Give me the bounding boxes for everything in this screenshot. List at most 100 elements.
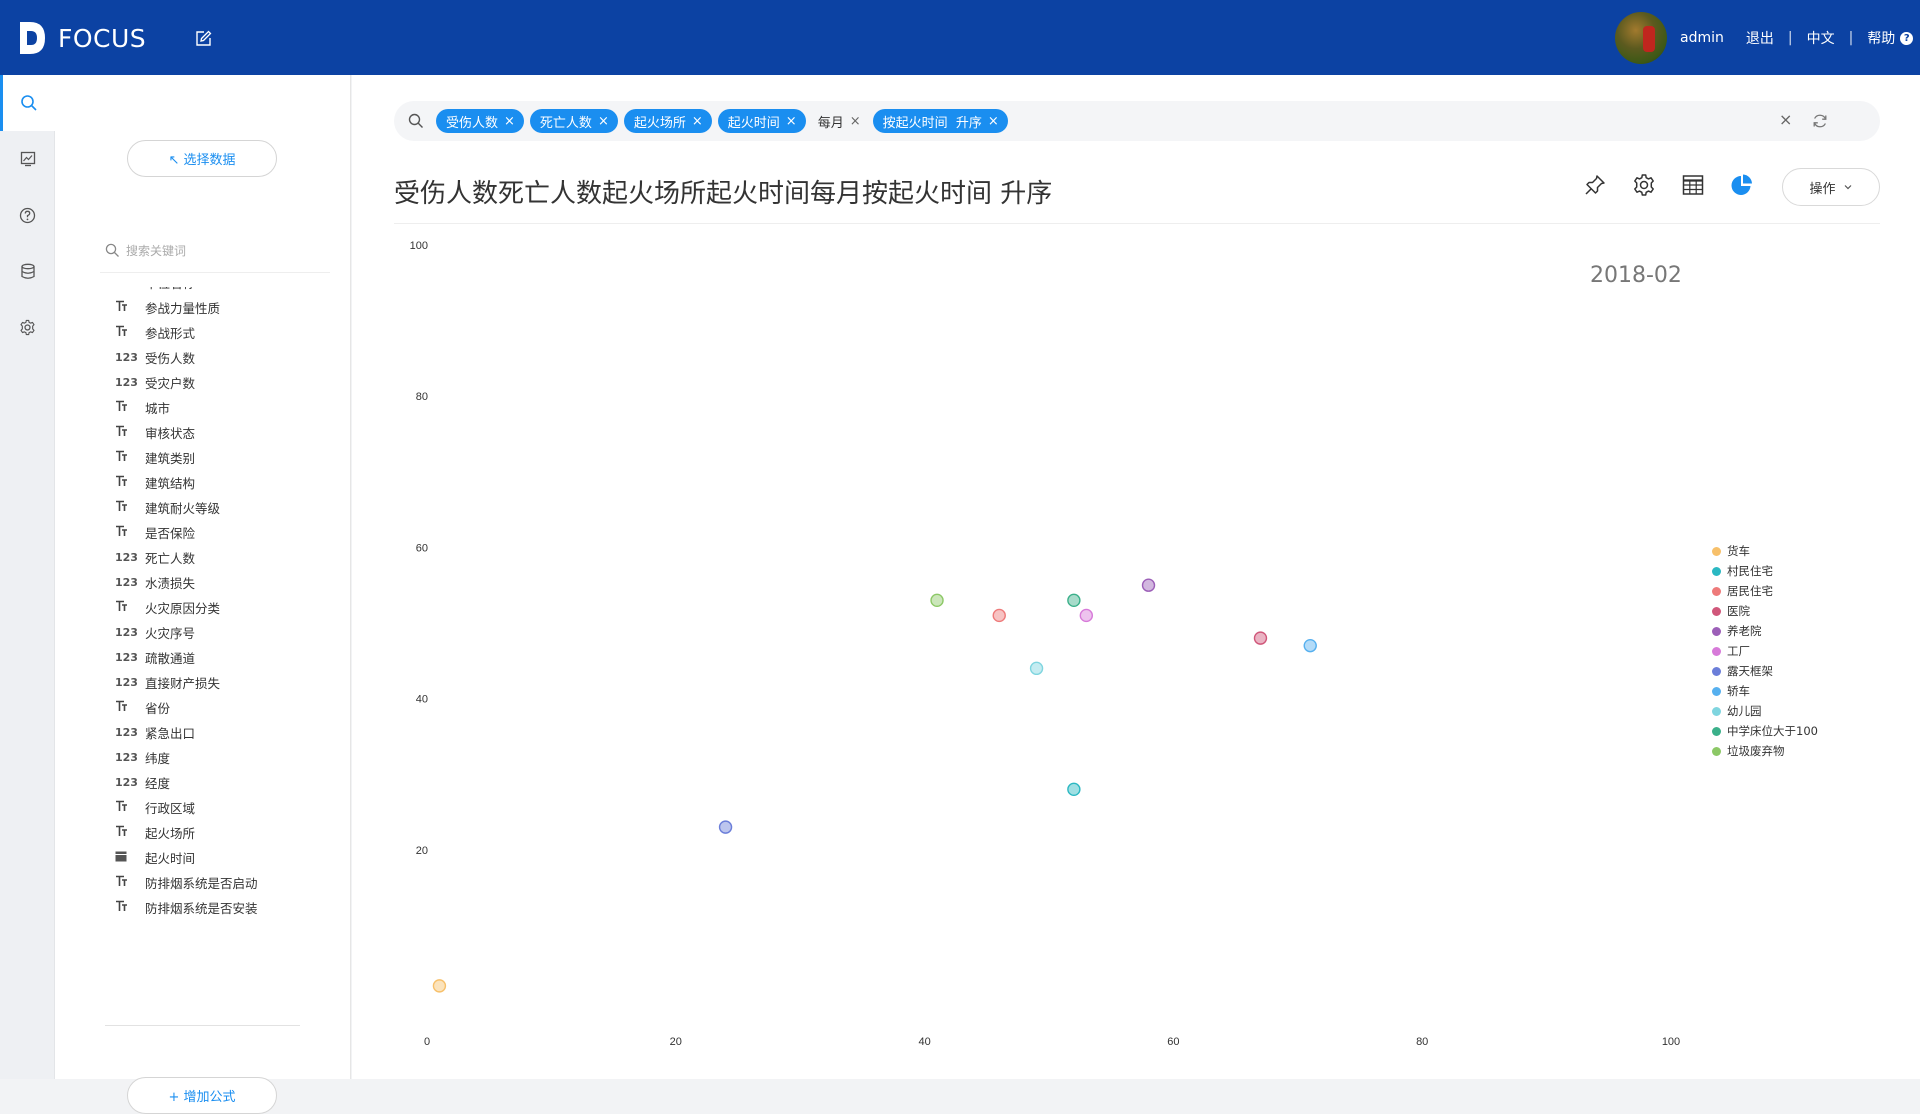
field-item[interactable]: 起火场所 bbox=[115, 820, 345, 845]
field-item[interactable]: 起火时间 bbox=[115, 845, 345, 870]
search-tag[interactable]: 起火时间 × bbox=[717, 109, 806, 133]
username[interactable]: admin bbox=[1680, 30, 1724, 46]
rail-help[interactable] bbox=[0, 187, 55, 243]
logout-link[interactable]: 退出 bbox=[1746, 28, 1774, 48]
field-item[interactable]: 123 经度 bbox=[115, 770, 345, 795]
field-item[interactable]: 123 死亡人数 bbox=[115, 545, 345, 570]
legend-dot bbox=[1712, 746, 1721, 756]
remove-tag-icon[interactable]: × bbox=[786, 114, 797, 129]
field-item[interactable]: 123 紧急出口 bbox=[115, 720, 345, 745]
field-item[interactable]: 城市 bbox=[115, 395, 345, 420]
scatter-point[interactable] bbox=[930, 593, 944, 608]
legend-item[interactable]: 居民住宅 bbox=[1712, 581, 1818, 601]
remove-tag-icon[interactable]: × bbox=[988, 114, 999, 129]
field-item[interactable]: 行政区域 bbox=[115, 795, 345, 820]
scatter-point[interactable] bbox=[1141, 578, 1156, 592]
keyword-search[interactable]: 搜索关键词 bbox=[105, 235, 320, 265]
remove-tag-icon[interactable]: × bbox=[598, 114, 609, 129]
edit-icon[interactable] bbox=[195, 30, 212, 47]
text-type-icon bbox=[115, 800, 145, 815]
clear-search-icon[interactable]: × bbox=[1779, 110, 1792, 129]
field-item[interactable]: 123 纬度 bbox=[115, 745, 345, 770]
legend-item[interactable]: 露天框架 bbox=[1712, 661, 1818, 681]
scatter-point[interactable] bbox=[1067, 782, 1081, 797]
field-item[interactable]: 建筑耐火等级 bbox=[115, 495, 345, 520]
legend-item[interactable]: 养老院 bbox=[1712, 621, 1818, 641]
remove-tag-icon[interactable]: × bbox=[692, 114, 703, 129]
remove-tag-icon[interactable]: × bbox=[850, 114, 861, 129]
language-link[interactable]: 中文 bbox=[1807, 28, 1835, 48]
field-item[interactable]: 参战形式 bbox=[115, 320, 345, 345]
field-item[interactable]: 建筑结构 bbox=[115, 470, 345, 495]
field-item[interactable]: 单位名称 bbox=[115, 287, 345, 295]
refresh-icon[interactable] bbox=[1812, 113, 1828, 129]
gear-icon bbox=[20, 319, 35, 335]
y-tick-label: 40 bbox=[416, 694, 428, 706]
search-tag[interactable]: 起火场所 × bbox=[623, 109, 712, 133]
legend-label: 村民住宅 bbox=[1727, 564, 1773, 578]
field-name: 受伤人数 bbox=[145, 351, 196, 366]
focus-logo[interactable]: FOCUS bbox=[18, 20, 146, 56]
legend-item[interactable]: 幼儿园 bbox=[1712, 701, 1818, 721]
scatter-point[interactable] bbox=[1303, 638, 1317, 653]
user-avatar[interactable] bbox=[1615, 12, 1667, 64]
field-item[interactable]: 123 受灾户数 bbox=[115, 370, 345, 395]
field-item[interactable]: 防排烟系统是否安装 bbox=[115, 895, 345, 920]
field-item[interactable]: 123 疏散通道 bbox=[115, 645, 345, 670]
field-name: 疏散通道 bbox=[145, 651, 196, 666]
header-separator: | bbox=[1787, 30, 1793, 46]
search-tag[interactable]: 每月 × bbox=[812, 109, 867, 133]
remove-tag-icon[interactable]: × bbox=[504, 114, 515, 129]
number-type-icon: 123 bbox=[115, 351, 138, 364]
field-item[interactable]: 是否保险 bbox=[115, 520, 345, 545]
text-type-icon bbox=[115, 600, 145, 615]
search-tag[interactable]: 死亡人数 × bbox=[529, 109, 618, 133]
field-item[interactable]: 123 火灾序号 bbox=[115, 620, 345, 645]
scatter-point[interactable] bbox=[1253, 631, 1268, 645]
field-item[interactable]: 参战力量性质 bbox=[115, 295, 345, 320]
field-item[interactable]: 火灾原因分类 bbox=[115, 595, 345, 620]
search-tag[interactable]: 受伤人数 × bbox=[436, 109, 524, 133]
field-item[interactable]: 建筑类别 bbox=[115, 445, 345, 470]
add-formula-button[interactable]: + 增加公式 bbox=[127, 1077, 277, 1114]
rail-search[interactable] bbox=[0, 75, 55, 131]
period-label: 2018-02 bbox=[1590, 263, 1682, 288]
chart-type-button[interactable] bbox=[1717, 173, 1766, 197]
scatter-point[interactable] bbox=[1079, 608, 1094, 623]
search-tag[interactable]: 按起火时间 升序 × bbox=[872, 109, 1008, 133]
legend-item[interactable]: 垃圾废弃物 bbox=[1712, 741, 1818, 761]
legend-item[interactable]: 工厂 bbox=[1712, 641, 1818, 661]
help-link[interactable]: 帮助 bbox=[1867, 28, 1895, 48]
pin-button[interactable] bbox=[1570, 173, 1619, 197]
help-circle-icon[interactable]: ? bbox=[1900, 31, 1914, 45]
legend-item[interactable]: 医院 bbox=[1712, 601, 1818, 621]
field-item[interactable]: 123 直接财产损失 bbox=[115, 670, 345, 695]
field-item[interactable]: 省份 bbox=[115, 695, 345, 720]
settings-button[interactable] bbox=[1619, 173, 1668, 197]
scatter-point[interactable] bbox=[718, 820, 733, 834]
rail-data[interactable] bbox=[0, 243, 55, 299]
select-data-button[interactable]: ↖ 选择数据 bbox=[127, 140, 277, 177]
pin-icon bbox=[1584, 175, 1605, 195]
field-item[interactable]: 防排烟系统是否启动 bbox=[115, 870, 345, 895]
legend-item[interactable]: 轿车 bbox=[1712, 681, 1818, 701]
scatter-point[interactable] bbox=[1029, 661, 1044, 676]
table-view-button[interactable] bbox=[1668, 173, 1717, 197]
scatter-point[interactable] bbox=[1067, 593, 1081, 608]
field-item[interactable]: 123 受伤人数 bbox=[115, 345, 345, 370]
scatter-point[interactable] bbox=[992, 608, 1006, 623]
scatter-point[interactable] bbox=[432, 979, 447, 993]
rail-dashboard[interactable] bbox=[0, 131, 55, 187]
search-bar[interactable]: 受伤人数 × 死亡人数 × 起火场所 × 起火时间 × 每月 × 按起火时间 升序 × × bbox=[394, 101, 1880, 141]
field-name: 省份 bbox=[145, 701, 171, 716]
field-item[interactable]: 审核状态 bbox=[115, 420, 345, 445]
legend-item[interactable]: 货车 bbox=[1712, 541, 1818, 561]
legend-item[interactable]: 中学床位大于100 bbox=[1712, 721, 1818, 741]
field-name: 火灾原因分类 bbox=[145, 601, 221, 616]
rail-settings[interactable] bbox=[0, 299, 55, 355]
field-item[interactable]: 123 水渍损失 bbox=[115, 570, 345, 595]
keyword-search-placeholder: 搜索关键词 bbox=[126, 243, 187, 258]
legend-item[interactable]: 村民住宅 bbox=[1712, 561, 1818, 581]
operation-dropdown[interactable]: 操作 bbox=[1782, 168, 1880, 206]
calendar-icon bbox=[115, 850, 145, 865]
